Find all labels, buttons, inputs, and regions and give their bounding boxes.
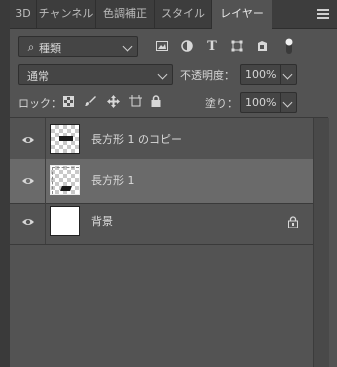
lock-all-icon[interactable] <box>150 94 162 108</box>
fill-value: 100% <box>245 96 277 109</box>
left-edge <box>0 0 10 367</box>
blend-mode-select[interactable]: 通常 <box>18 64 173 85</box>
lock-position-move-icon[interactable] <box>106 94 120 108</box>
shape-layer-filter-icon[interactable] <box>229 39 245 53</box>
type-layer-filter-icon[interactable]: T <box>204 38 220 54</box>
layer-name[interactable]: 長方形 1 のコピー <box>91 118 182 162</box>
visibility-eye-icon[interactable] <box>21 133 35 147</box>
filter-kind-label: 種類 <box>39 42 61 55</box>
layer-row-background[interactable]: 背景 <box>10 200 313 245</box>
smart-object-filter-icon[interactable] <box>254 39 270 53</box>
fill-field[interactable]: 100% <box>240 92 297 113</box>
lock-pixels-brush-icon[interactable] <box>84 95 96 107</box>
panel-menu-icon[interactable] <box>317 9 329 19</box>
layer-thumbnail[interactable] <box>50 165 80 195</box>
divider <box>45 118 46 162</box>
chevron-down-icon <box>122 41 133 52</box>
tab-styles[interactable]: スタイル <box>155 0 212 28</box>
layer-thumbnail[interactable] <box>50 206 80 236</box>
tab-channels[interactable]: チャンネル <box>37 0 96 28</box>
lock-transparency-icon[interactable] <box>62 95 74 107</box>
visibility-eye-icon[interactable] <box>21 174 35 188</box>
visibility-eye-icon[interactable] <box>21 215 35 229</box>
opacity-label: 不透明度： <box>180 69 235 82</box>
divider <box>280 93 281 112</box>
shape-corner-marker <box>52 167 79 194</box>
search-icon: ⌕ <box>27 39 35 54</box>
tab-3d[interactable]: 3D <box>10 0 37 28</box>
chevron-down-icon <box>157 69 168 80</box>
layer-name[interactable]: 背景 <box>91 200 113 244</box>
lock-label: ロック： <box>18 97 62 110</box>
lock-artboard-icon[interactable] <box>128 94 142 108</box>
blend-mode-value: 通常 <box>27 70 49 83</box>
chevron-down-icon[interactable] <box>282 69 293 80</box>
tab-layers[interactable]: レイヤー <box>212 0 272 29</box>
pixel-layer-filter-icon[interactable] <box>154 39 170 53</box>
layer-thumbnail[interactable] <box>50 124 80 154</box>
adjustment-layer-filter-icon[interactable] <box>179 39 195 53</box>
chevron-down-icon[interactable] <box>282 97 293 108</box>
opacity-value: 100% <box>245 68 277 81</box>
fill-label: 塗り： <box>205 97 238 110</box>
divider <box>280 65 281 84</box>
opacity-field[interactable]: 100% <box>240 64 297 85</box>
layer-row-rect-copy[interactable]: 長方形 1 のコピー <box>10 118 313 163</box>
rectangle-shape <box>59 136 73 141</box>
layer-name[interactable]: 長方形 1 <box>91 159 135 203</box>
divider <box>45 200 46 244</box>
layer-row-rect[interactable]: 長方形 1 <box>10 159 313 204</box>
filter-toggle-icon[interactable] <box>284 36 294 56</box>
layers-scrollbar[interactable] <box>313 118 329 367</box>
panel-tab-bar: 3D チャンネル 色調補正 スタイル レイヤー <box>10 0 337 29</box>
divider <box>45 159 46 203</box>
lock-icon <box>287 215 299 229</box>
filter-kind-select[interactable]: ⌕ 種類 <box>18 36 138 57</box>
tab-adjustments[interactable]: 色調補正 <box>96 0 155 28</box>
